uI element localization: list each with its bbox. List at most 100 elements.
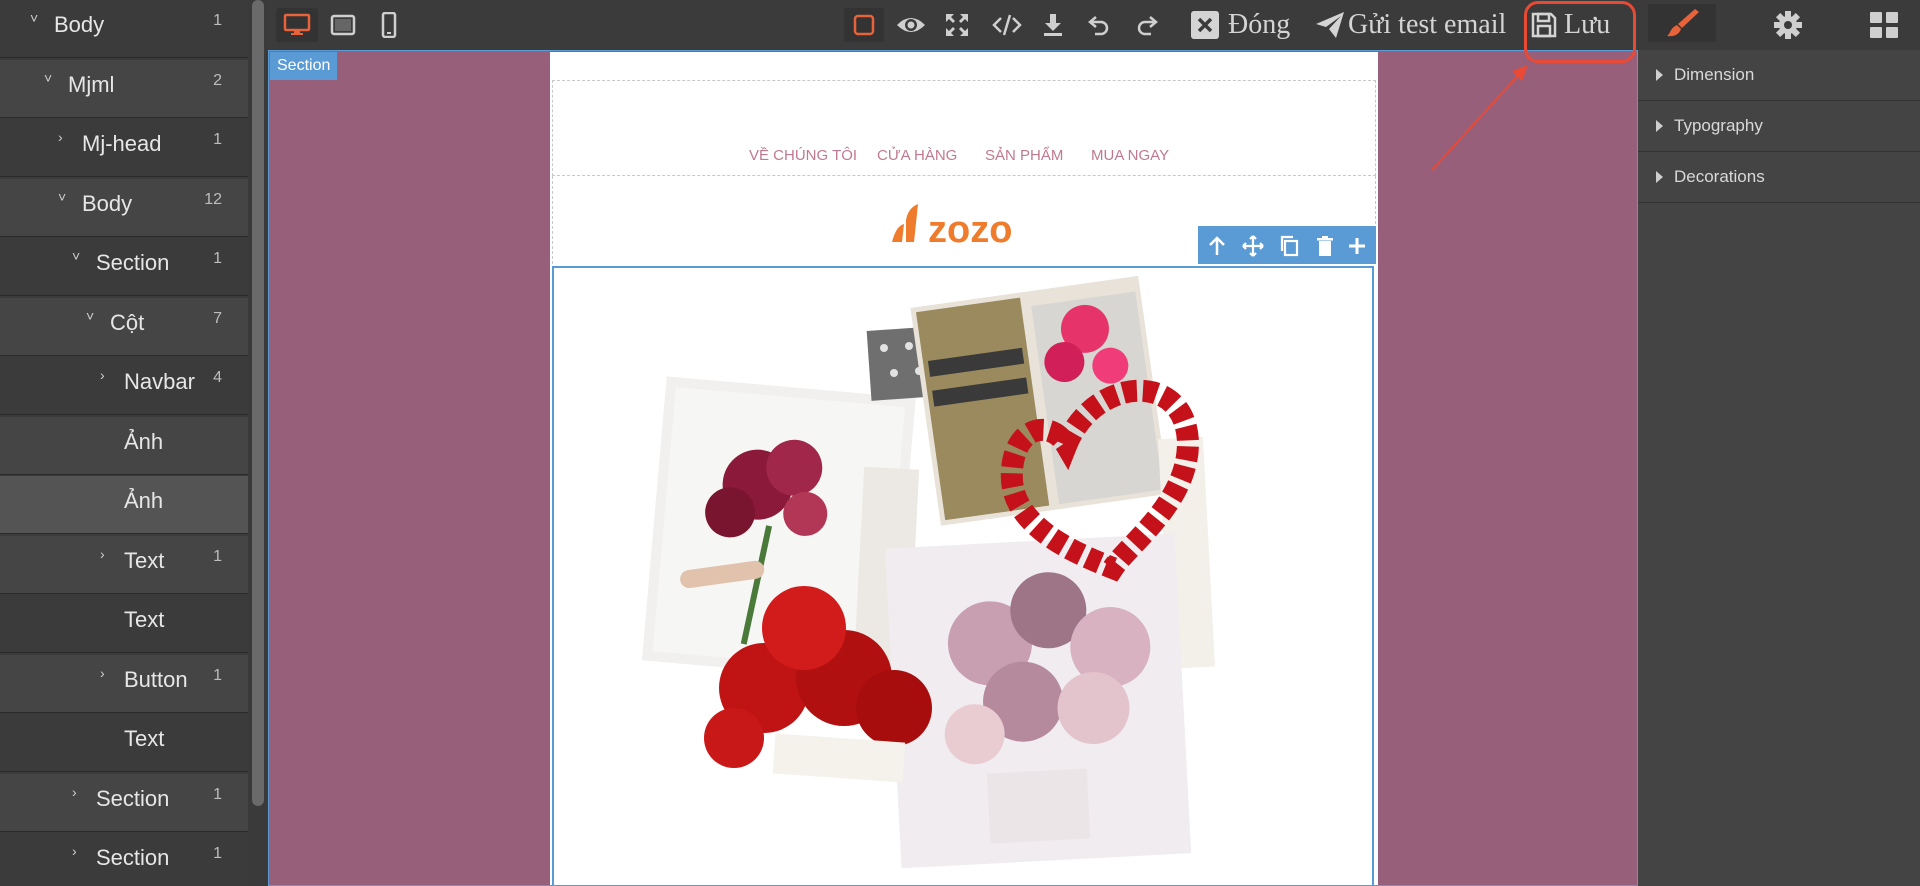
eye-icon [897, 18, 925, 32]
layer-row[interactable]: ˅ Body 1 [0, 0, 248, 58]
layer-row[interactable]: Text [0, 595, 248, 653]
layer-count: 1 [213, 250, 222, 267]
paintbrush-icon [1667, 9, 1699, 37]
layer-name: Text [124, 607, 165, 632]
caret-right-icon [1656, 69, 1663, 81]
sector-label: Decorations [1674, 167, 1765, 186]
settings-button[interactable] [1768, 8, 1808, 42]
undo-icon [1088, 16, 1109, 36]
section-badge: Section [270, 52, 338, 80]
sector-label: Typography [1674, 116, 1763, 135]
flower-collage-image [554, 268, 1372, 886]
navbar[interactable]: VỀ CHÚNG TÔI CỬA HÀNG SẢN PHẨM MUA NGAY [552, 80, 1376, 176]
move-icon[interactable] [1242, 235, 1264, 257]
email-body[interactable]: VỀ CHÚNG TÔI CỬA HÀNG SẢN PHẨM MUA NGAY … [550, 52, 1378, 886]
layer-count: 1 [213, 131, 222, 148]
add-icon[interactable] [1346, 235, 1368, 257]
layer-row[interactable]: Text [0, 714, 248, 772]
layer-name: Section [96, 785, 170, 811]
blocks-icon [1870, 12, 1898, 38]
select-parent-icon[interactable] [1206, 235, 1228, 257]
panel-switcher [1638, 0, 1920, 50]
undo-button[interactable] [1084, 8, 1114, 42]
selected-image-block[interactable] [552, 266, 1374, 886]
sw-visibility-button[interactable] [844, 8, 884, 42]
redo-icon [1137, 16, 1158, 36]
preview-button[interactable] [892, 8, 930, 42]
sector-typography[interactable]: Typography [1638, 101, 1920, 152]
layer-count: 1 [213, 785, 222, 803]
layer-row[interactable]: ˅ Body 12 [0, 178, 248, 237]
export-button[interactable] [1038, 8, 1068, 42]
nav-link-products[interactable]: SẢN PHẨM [985, 147, 1063, 164]
layer-row[interactable]: › Mj-head 1 [0, 119, 248, 177]
layer-count: 7 [213, 309, 222, 327]
layer-count: 12 [204, 190, 222, 208]
caret-right-icon [1656, 171, 1663, 183]
save-highlight-box [1524, 1, 1636, 63]
layer-row[interactable]: Ảnh [0, 476, 248, 534]
layer-row[interactable]: › Section 1 [0, 833, 248, 886]
fullscreen-button[interactable] [940, 8, 974, 42]
style-manager-button[interactable] [1648, 4, 1716, 42]
caret-right-icon[interactable]: › [58, 129, 63, 145]
mobile-icon [381, 12, 397, 38]
sector-dimension[interactable]: Dimension [1638, 50, 1920, 101]
style-manager-panel: Dimension Typography Decorations [1638, 50, 1920, 886]
layer-name: Mjml [68, 71, 115, 97]
layer-row[interactable]: ˅ Cột 7 [0, 297, 248, 356]
layer-row[interactable]: › Section 1 [0, 773, 248, 832]
nav-link-buy-now[interactable]: MUA NGAY [1091, 147, 1169, 164]
close-label: Đóng [1228, 9, 1291, 40]
clone-icon[interactable] [1278, 235, 1300, 257]
layer-count: 1 [213, 845, 222, 862]
layer-name: Text [124, 726, 165, 751]
sector-decorations[interactable]: Decorations [1638, 152, 1920, 203]
device-tablet-button[interactable] [326, 8, 360, 42]
layer-row[interactable]: Ảnh [0, 416, 248, 475]
layer-row[interactable]: ˅ Mjml 2 [0, 59, 248, 118]
caret-right-icon[interactable]: › [100, 546, 105, 562]
device-mobile-button[interactable] [374, 8, 404, 42]
caret-right-icon[interactable]: › [100, 367, 105, 383]
caret-down-icon[interactable]: ˅ [30, 10, 38, 26]
code-icon [992, 14, 1022, 36]
caret-down-icon[interactable]: ˅ [86, 308, 94, 324]
blocks-button[interactable] [1864, 8, 1904, 42]
square-outline-icon [853, 14, 875, 36]
caret-down-icon[interactable]: ˅ [44, 70, 52, 86]
fullscreen-icon [946, 14, 968, 36]
layer-count: 4 [213, 369, 222, 386]
close-button[interactable]: Đóng [1190, 8, 1322, 42]
layer-name: Ảnh [124, 488, 164, 513]
layer-name: Body [54, 12, 105, 37]
layer-name: Mj-head [82, 131, 162, 156]
layer-row[interactable]: ˅ Section 1 [0, 238, 248, 296]
caret-down-icon[interactable]: ˅ [72, 248, 80, 264]
layer-count: 1 [213, 12, 222, 29]
layer-name: Ảnh [124, 428, 164, 454]
paper-plane-icon [1316, 12, 1344, 38]
layer-name: Section [96, 250, 170, 275]
trash-icon[interactable] [1314, 235, 1336, 257]
layer-row[interactable]: › Button 1 [0, 654, 248, 713]
svg-text:zozo: zozo [928, 209, 1012, 250]
code-button[interactable] [988, 8, 1026, 42]
close-icon [1191, 11, 1219, 39]
layer-row[interactable]: › Navbar 4 [0, 357, 248, 415]
caret-right-icon[interactable]: › [72, 784, 77, 800]
caret-right-icon[interactable]: › [72, 843, 77, 859]
caret-down-icon[interactable]: ˅ [58, 189, 66, 205]
sector-label: Dimension [1674, 65, 1755, 84]
send-test-email-button[interactable]: Gửi test email [1314, 8, 1524, 42]
layer-manager: ˅ Body 1 ˅ Mjml 2 › Mj-head 1 ˅ Body 12 ˅ Section 1 ˅ Cộ… [0, 0, 248, 886]
caret-right-icon[interactable]: › [100, 665, 105, 681]
nav-link-about[interactable]: VỀ CHÚNG TÔI [749, 147, 857, 164]
nav-link-store[interactable]: CỬA HÀNG [877, 147, 957, 164]
device-desktop-button[interactable] [276, 8, 318, 42]
layer-count: 1 [213, 666, 222, 684]
layer-scrollbar[interactable] [252, 0, 264, 806]
layer-row[interactable]: › Text 1 [0, 535, 248, 594]
redo-button[interactable] [1132, 8, 1162, 42]
tablet-icon [330, 14, 356, 36]
